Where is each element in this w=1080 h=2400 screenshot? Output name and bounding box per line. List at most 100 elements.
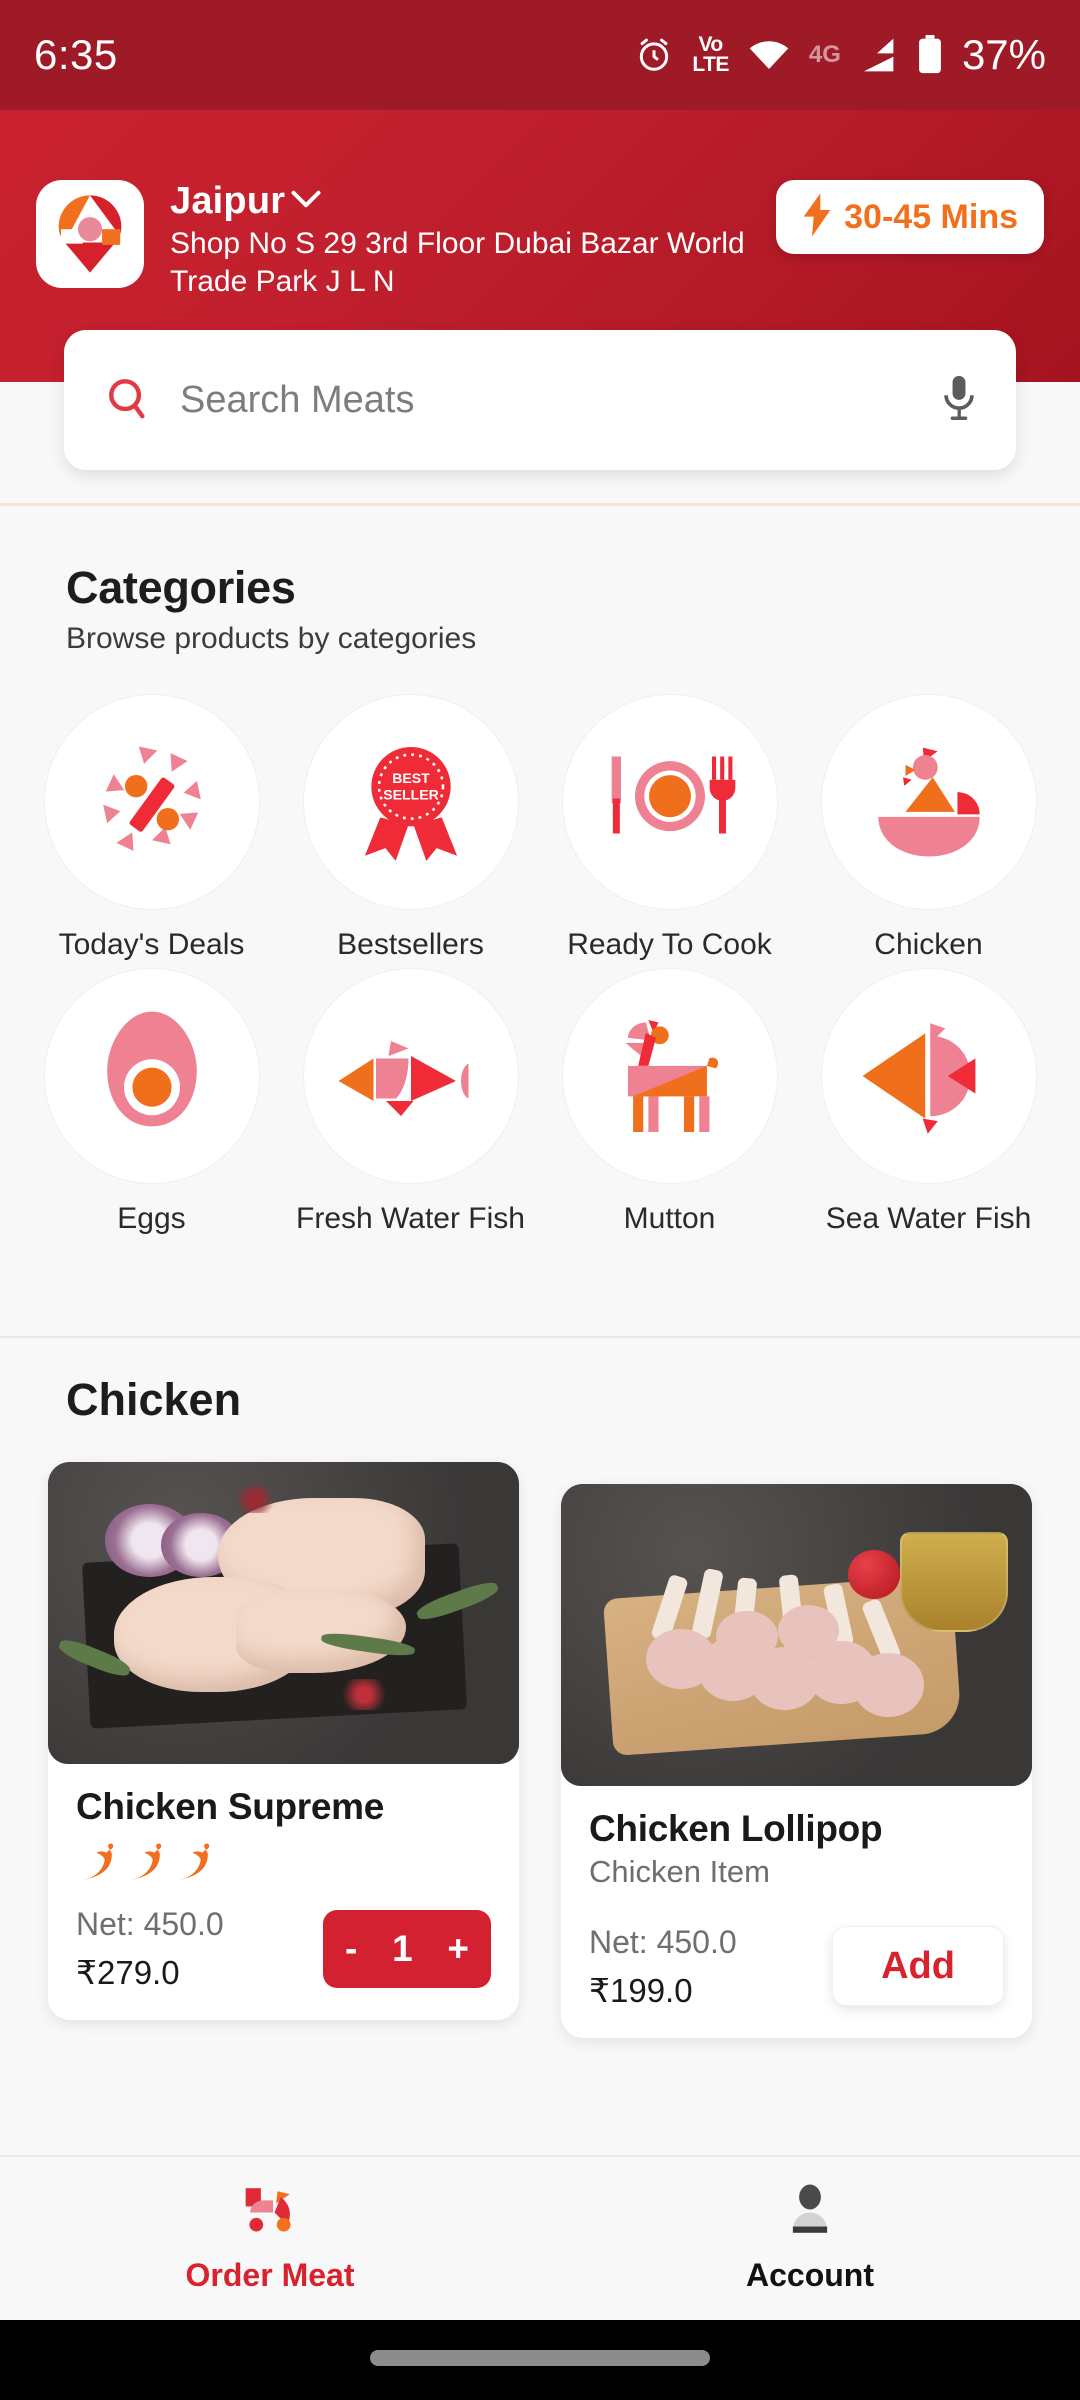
goat-icon (624, 1020, 718, 1132)
volte-icon: Vo LTE (692, 33, 729, 76)
quantity-stepper[interactable]: - 1 + (323, 1910, 491, 1988)
egg-icon (106, 1011, 197, 1127)
category-label: Mutton (623, 1202, 716, 1235)
battery-percent-label: 37% (961, 31, 1046, 78)
system-gesture-bar (0, 2320, 1080, 2400)
delivery-eta-badge[interactable]: 30-45 Mins (776, 180, 1044, 254)
categories-title: Categories (66, 562, 296, 613)
add-button-label: Add (881, 1944, 955, 1987)
status-bar-clock: 6:35 (34, 31, 118, 78)
chicken-bowl-icon (877, 747, 980, 857)
alarm-icon (635, 36, 673, 74)
gesture-handle[interactable] (370, 2350, 710, 2366)
product-price: ₹279.0 (76, 1954, 180, 1991)
chili-pepper-icon (124, 1841, 168, 1890)
product-card-body: Chicken Lollipop Chicken Item Net: 450.0… (561, 1786, 1032, 2010)
percent-discount-icon (102, 746, 201, 851)
svg-text:BEST: BEST (392, 770, 430, 786)
spice-level-indicator (76, 1842, 491, 1888)
add-to-cart-button[interactable]: Add (832, 1926, 1004, 2006)
product-net-weight: Net: 450.0 (589, 1924, 737, 1960)
category-item-todays-deals[interactable]: Today's Deals (22, 694, 281, 962)
categories-section: Categories Browse products by categories (0, 506, 1080, 1276)
product-card[interactable]: Chicken Supreme Net: 450.0 ₹279.0 - 1 + (48, 1462, 519, 2020)
category-icon-wrap (561, 694, 778, 910)
battery-icon (917, 35, 943, 75)
microphone-icon[interactable] (942, 374, 976, 427)
nav-item-order-meat[interactable]: Order Meat (0, 2184, 540, 2294)
product-footer: Net: 450.0 ₹279.0 - 1 + (76, 1906, 491, 1992)
category-item-chicken[interactable]: Chicken (799, 694, 1058, 962)
status-bar: 6:35 Vo LTE 4G 37% (0, 0, 1080, 110)
category-item-sea-water-fish[interactable]: Sea Water Fish (799, 968, 1058, 1236)
product-card-body: Chicken Supreme Net: 450.0 ₹279.0 - 1 + (48, 1764, 519, 1992)
category-label: Today's Deals (58, 928, 245, 961)
category-item-mutton[interactable]: Mutton (540, 968, 799, 1236)
wifi-icon (748, 39, 790, 71)
category-icon-wrap (820, 694, 1037, 910)
fish-icon (338, 1041, 468, 1116)
nav-label: Account (746, 2256, 874, 2293)
product-image-chicken-lollipop (561, 1484, 1032, 1786)
eta-label: 30-45 Mins (844, 197, 1018, 236)
address-label: Shop No S 29 3rd Floor Dubai Bazar World… (170, 227, 745, 299)
svg-text:SELLER: SELLER (383, 786, 439, 802)
bottom-navigation: Order Meat Account (0, 2155, 1080, 2320)
products-grid: Chicken Supreme Net: 450.0 ₹279.0 - 1 + … (0, 1462, 1080, 2038)
category-icon-wrap (302, 968, 519, 1184)
lightning-bolt-icon (802, 192, 832, 242)
category-label: Chicken (874, 928, 983, 961)
best-seller-badge-icon: BEST SELLER (364, 746, 457, 861)
product-net-weight: Net: 450.0 (76, 1906, 224, 1942)
chili-pepper-icon (76, 1841, 120, 1890)
category-item-fresh-water-fish[interactable]: Fresh Water Fish (281, 968, 540, 1236)
products-section-title: Chicken (66, 1374, 242, 1425)
product-image-chicken-supreme (48, 1462, 519, 1764)
city-label: Jaipur (170, 180, 286, 222)
network-type-label: 4G (808, 41, 841, 68)
nav-label: Order Meat (185, 2256, 355, 2293)
sea-fish-icon (862, 1023, 975, 1134)
category-icon-wrap (43, 968, 260, 1184)
category-item-bestsellers[interactable]: BEST SELLER Bestsellers (281, 694, 540, 962)
app-screen: 6:35 Vo LTE 4G 37% Jaipur Shop No S 29 3… (0, 0, 1080, 2400)
category-label: Sea Water Fish (825, 1202, 1032, 1235)
header-row: Jaipur Shop No S 29 3rd Floor Dubai Baza… (0, 180, 1080, 301)
product-name: Chicken Supreme (76, 1786, 385, 1827)
product-price: ₹199.0 (589, 1972, 693, 2009)
map-pin-logo-icon (58, 195, 122, 273)
products-section: Chicken Chicken Supreme Net: 450.0 ₹279.… (0, 1338, 1080, 2038)
search-icon (104, 375, 150, 426)
product-card[interactable]: Chicken Lollipop Chicken Item Net: 450.0… (561, 1484, 1032, 2038)
categories-grid: Today's Deals BEST SELLER Bestsellers Re… (0, 694, 1080, 1236)
categories-subtitle: Browse products by categories (66, 622, 477, 655)
category-item-ready-to-cook[interactable]: Ready To Cook (540, 694, 799, 962)
app-logo[interactable] (36, 180, 144, 288)
quantity-value: 1 (392, 1928, 413, 1969)
product-prices: Net: 450.0 ₹199.0 (589, 1924, 737, 2010)
chevron-down-icon[interactable] (291, 188, 321, 215)
category-icon-wrap: BEST SELLER (302, 694, 519, 910)
decrement-button[interactable]: - (345, 1928, 357, 1970)
category-label: Fresh Water Fish (296, 1202, 525, 1235)
search-bar[interactable]: Search Meats (64, 330, 1016, 470)
increment-button[interactable]: + (447, 1928, 469, 1970)
person-account-icon (782, 2184, 838, 2243)
chili-pepper-icon (172, 1841, 216, 1890)
nav-item-account[interactable]: Account (540, 2184, 1080, 2294)
category-label: Eggs (117, 1202, 186, 1235)
category-icon-wrap (820, 968, 1037, 1184)
product-subtitle: Chicken Item (589, 1854, 770, 1889)
product-name: Chicken Lollipop (589, 1808, 883, 1849)
category-item-eggs[interactable]: Eggs (22, 968, 281, 1236)
scooter-delivery-icon (235, 2184, 305, 2243)
category-icon-wrap (561, 968, 778, 1184)
product-prices: Net: 450.0 ₹279.0 (76, 1906, 224, 1992)
category-label: Ready To Cook (567, 928, 772, 961)
search-input[interactable]: Search Meats (180, 379, 942, 422)
product-footer: Net: 450.0 ₹199.0 Add (589, 1924, 1004, 2010)
category-icon-wrap (43, 694, 260, 910)
plate-cutlery-icon (611, 756, 735, 834)
signal-icon (856, 37, 898, 73)
category-label: Bestsellers (337, 928, 484, 961)
